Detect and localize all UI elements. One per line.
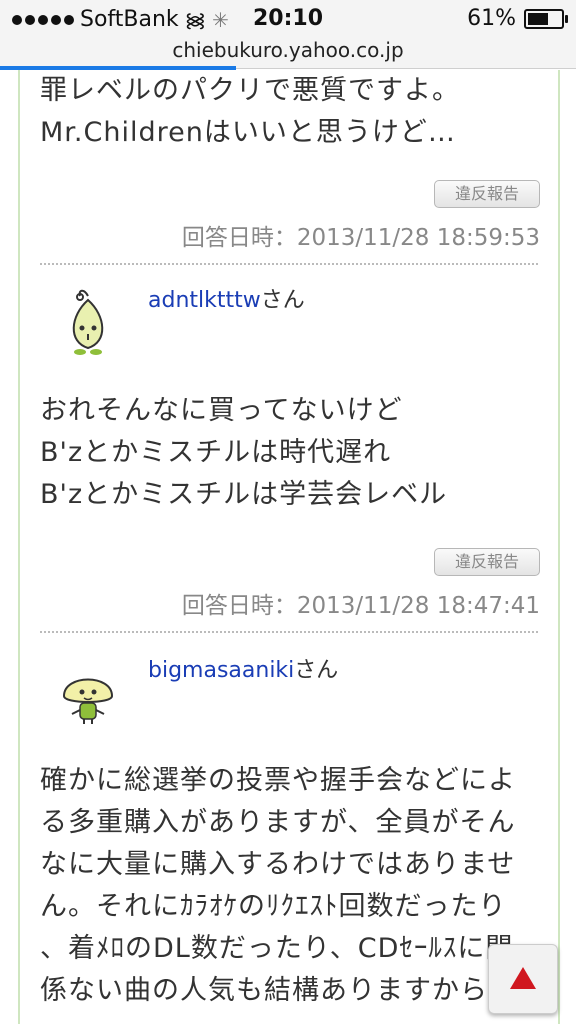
username-link[interactable]: bigmasaaniki (148, 658, 294, 683)
answer-body: 確かに総選挙の投票や握手会などによ る多重購入がありますが、全員がそん なに大量… (20, 760, 516, 1012)
answer-list: 罪レベルのパクリで悪質ですよ。 Mr.Childrenはいいと思うけど… 違反報… (18, 70, 560, 1024)
answer-line: B'zとかミスチルは時代遅れ (40, 437, 392, 468)
status-bar: SoftBank ᯼ ✳ 20:10 61% (0, 0, 576, 38)
answer-line: 、着ﾒﾛのDL数だったり、CDｾｰﾙｽに関 (40, 933, 514, 964)
username-link[interactable]: adntlktttw (148, 288, 261, 313)
answer-body: おれそんなに買ってないけど B'zとかミスチルは時代遅れ B'zとかミスチルは学… (20, 390, 447, 516)
answer-line: 確かに総選挙の投票や握手会などによ (40, 765, 516, 796)
answer-username: adntlktttwさん (148, 282, 305, 314)
answer-line: B'zとかミスチルは学芸会レベル (40, 479, 448, 510)
username-suffix: さん (260, 288, 305, 313)
answer-body: 罪レベルのパクリで悪質ですよ。 Mr.Childrenはいいと思うけど… (20, 70, 460, 154)
answer-line: ん。それにｶﾗｵｹのﾘｸｴｽﾄ回数だったり (40, 891, 507, 922)
answer-line: 係ない曲の人気も結構ありますから (40, 975, 488, 1006)
answer-date: 回答日時：2013/11/28 18:59:53 (181, 225, 540, 251)
answer-username: bigmasaanikiさん (148, 652, 338, 684)
user-avatar-icon (72, 289, 104, 355)
up-arrow-icon (510, 967, 536, 989)
battery-icon (524, 8, 568, 29)
user-avatar-icon (62, 678, 114, 724)
answer-line: おれそんなに買ってないけど (40, 395, 403, 426)
battery-percent: 61% (467, 6, 516, 31)
url-text: chiebukuro.yahoo.co.jp (172, 38, 404, 62)
answer-line: Mr.Childrenはいいと思うけど… (40, 117, 456, 148)
scroll-to-top-button[interactable] (488, 944, 558, 1014)
report-violation-button[interactable]: 違反報告 (434, 548, 540, 576)
username-suffix: さん (294, 658, 339, 683)
answer-line: 罪レベルのパクリで悪質ですよ。 (40, 75, 460, 106)
divider (40, 631, 538, 633)
battery-info: 61% (467, 6, 568, 31)
report-violation-button[interactable]: 違反報告 (434, 180, 540, 208)
divider (40, 263, 538, 265)
url-bar[interactable]: chiebukuro.yahoo.co.jp (0, 38, 576, 69)
answer-line: る多重購入がありますが、全員がそん (40, 807, 516, 838)
answer-line: なに大量に購入するわけではありませ (40, 849, 516, 880)
answer-date: 回答日時：2013/11/28 18:47:41 (181, 593, 540, 619)
